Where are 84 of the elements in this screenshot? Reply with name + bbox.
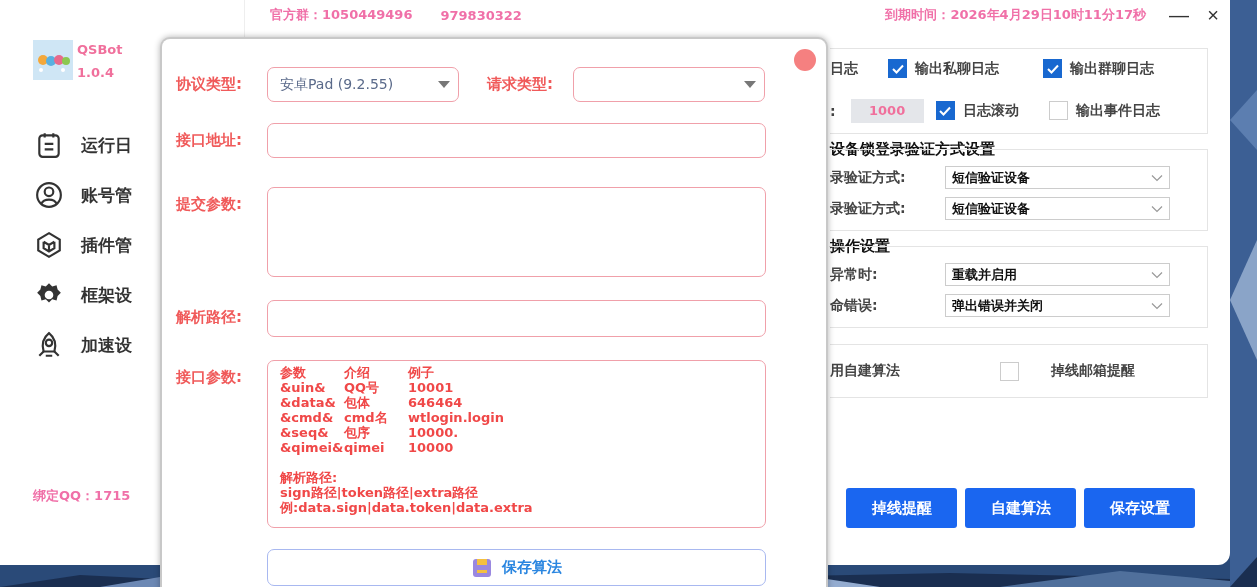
table-cell-text: QQ号	[344, 380, 381, 395]
sidebar-item[interactable]: 插件管	[33, 232, 132, 258]
table-cell-text: cmd名	[344, 410, 389, 425]
close-button[interactable]	[794, 49, 816, 71]
table-cell-text: 10000	[408, 440, 455, 455]
caret-icon	[438, 81, 450, 88]
field-label: 提交参数:	[176, 194, 243, 215]
dropdown[interactable]	[573, 67, 765, 102]
dropdown[interactable]: 安卓Pad (9.2.55)	[267, 67, 459, 102]
sidebar-item[interactable]: 加速设	[33, 332, 132, 358]
sidebar-item[interactable]: 账号管	[33, 182, 132, 208]
action-button[interactable]: 保存设置	[1084, 488, 1195, 528]
table-cell-text: &seq&	[280, 425, 330, 440]
field-label: 请求类型:	[487, 74, 554, 95]
table-cell-text: 包体	[344, 395, 371, 410]
text-area[interactable]: 参数 介绍 例子 &uin& QQ号 10001 &data& 包体 646464 &cmd& cmd名 wtlogin.login &seq& 包序 10000. &qimei&qimei 10000 解析路径: sign路径|token路径|extra路径 例:data.sign|data.token|data.extra	[267, 360, 766, 528]
option-label: 日志滚动	[962, 101, 1020, 120]
action-button[interactable]: 掉线提醒	[846, 488, 957, 528]
setting-label: 录验证方式:	[830, 168, 907, 187]
logo-icon	[33, 40, 73, 80]
dropdown[interactable]: 弹出错误并关闭	[945, 294, 1170, 317]
checkbox[interactable]	[888, 59, 907, 79]
dropdown[interactable]: 重载并启用	[945, 263, 1170, 286]
checkbox[interactable]	[935, 101, 955, 121]
option-label: 输出私聊日志	[915, 59, 1000, 78]
option-label: 输出群聊日志	[1070, 59, 1155, 78]
caret-icon	[1151, 301, 1163, 310]
option-label: 输出事件日志	[1075, 101, 1161, 120]
sidebar-item[interactable]: 框架设	[33, 282, 132, 308]
bound-qq: 绑定QQ：1715	[33, 487, 132, 505]
field-label: 接口参数:	[176, 367, 243, 388]
table-cell-text: qimei	[344, 440, 386, 455]
table-cell-text: &data&	[280, 395, 337, 410]
table-cell: &qimei&	[280, 440, 344, 455]
table-header: 参数	[280, 365, 307, 380]
dropdown[interactable]: 短信验证设备	[945, 166, 1170, 189]
dropdown[interactable]: 短信验证设备	[945, 197, 1170, 220]
check-icon	[939, 105, 952, 116]
field-label: 接口地址:	[176, 130, 243, 151]
input-field[interactable]	[267, 123, 766, 158]
option-label: 日志	[830, 59, 859, 78]
floppy-icon	[471, 557, 492, 578]
user-icon	[35, 181, 63, 209]
group-number: 979830322	[440, 7, 522, 23]
option-label: :	[830, 102, 836, 119]
checkbox[interactable]	[1043, 59, 1062, 79]
option-label: 掉线邮箱提醒	[1051, 362, 1135, 380]
table-cell-text: &uin&	[280, 380, 327, 395]
note-line: sign路径|token路径|extra路径	[280, 485, 480, 500]
caret-icon	[744, 81, 756, 88]
table-header: 例子	[408, 365, 435, 380]
note-line: 解析路径:	[280, 470, 339, 485]
setting-label: 录验证方式:	[830, 199, 907, 218]
field-label: 解析路径:	[176, 307, 243, 328]
cube-icon	[35, 231, 63, 259]
check-icon	[1046, 63, 1059, 74]
app-version: 1.0.4	[77, 65, 115, 80]
table-cell-text: 10000.	[408, 425, 460, 440]
input-field[interactable]	[267, 300, 766, 337]
notepad-icon	[35, 131, 63, 159]
caret-icon	[1151, 270, 1163, 279]
table-header: 介绍	[344, 365, 371, 380]
caret-icon	[1151, 173, 1163, 182]
close-button[interactable]: ×	[1196, 3, 1230, 27]
text-area[interactable]	[267, 187, 766, 277]
table-cell-text: wtlogin.login	[408, 410, 505, 425]
table-cell-text: 包序	[344, 425, 371, 440]
note-line: 例:data.sign|data.token|data.extra	[280, 500, 534, 515]
action-button[interactable]: 自建算法	[965, 488, 1076, 528]
field-label: 协议类型:	[176, 74, 243, 95]
table-cell-text: 646464	[408, 395, 464, 410]
setting-label: 异常时:	[830, 265, 879, 284]
expiry-time: 到期时间：2026年4月29日10时11分17秒	[885, 6, 1146, 24]
app-name: QSBot	[77, 42, 123, 57]
setting-label: 命错误:	[830, 296, 879, 315]
minimize-button[interactable]: —	[1162, 3, 1196, 27]
check-icon	[891, 63, 904, 74]
official-group: 官方群：1050449496	[270, 6, 413, 24]
table-cell-text: &cmd&	[280, 410, 335, 425]
sidebar-item[interactable]: 运行日	[33, 132, 132, 158]
caret-icon	[1151, 204, 1163, 213]
option-label: 用自建算法	[830, 362, 901, 380]
save-button[interactable]: 保存算法	[267, 549, 766, 586]
table-cell-text: 10001	[408, 380, 455, 395]
